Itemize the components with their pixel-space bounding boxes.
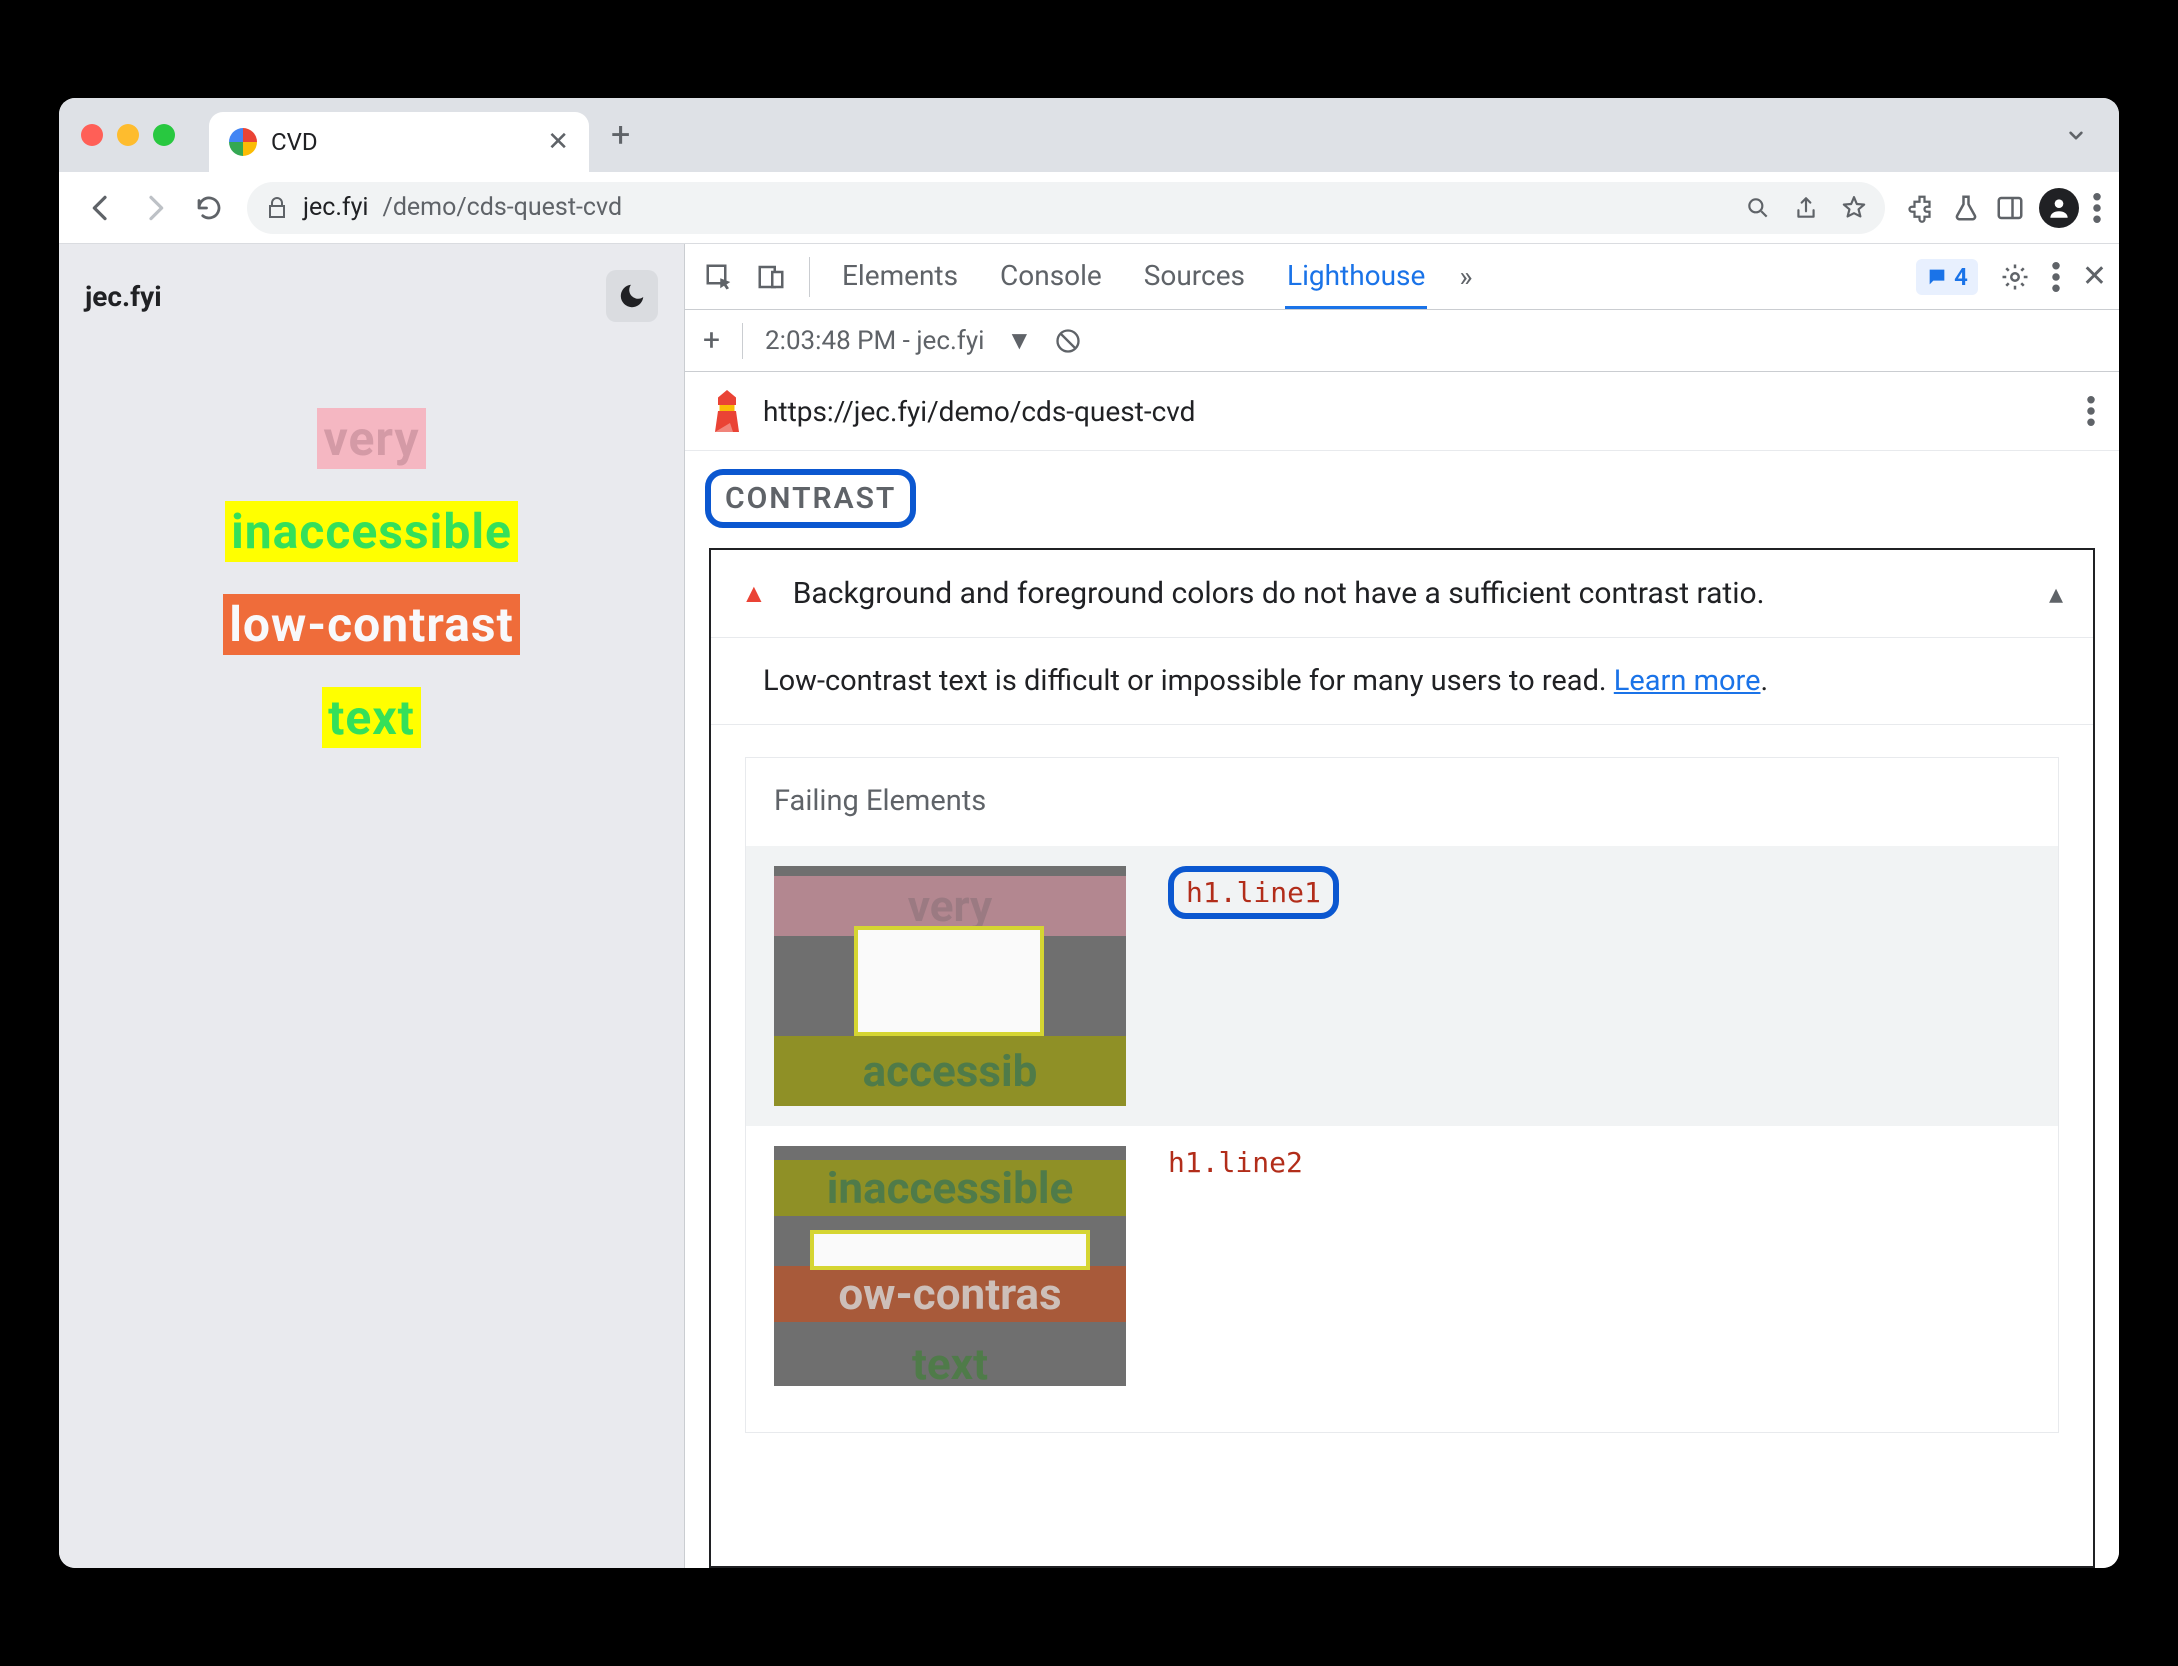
failing-selector[interactable]: h1.line2 — [1168, 1146, 1303, 1179]
lighthouse-toolbar: + 2:03:48 PM - jec.fyi ▼ — [685, 310, 2119, 372]
sidepanel-icon[interactable] — [1995, 193, 2025, 223]
rendered-page: jec.fyi very inaccessible low-contrast t… — [59, 244, 684, 1568]
search-icon[interactable] — [1745, 195, 1771, 221]
address-bar[interactable]: jec.fyi/demo/cds-quest-cvd — [247, 182, 1885, 234]
extensions-icon[interactable] — [1907, 193, 1937, 223]
extensions-row — [1907, 188, 2101, 228]
tab-sources[interactable]: Sources — [1142, 245, 1247, 309]
report-url: https://jec.fyi/demo/cds-quest-cvd — [763, 395, 1195, 428]
learn-more-link[interactable]: Learn more — [1614, 664, 1761, 698]
new-report-button[interactable]: + — [703, 323, 720, 358]
audit-card: ▲ Background and foreground colors do no… — [709, 548, 2095, 1568]
failing-elements-block: Failing Elements very accessib h1.line1 … — [745, 757, 2059, 1433]
reload-button[interactable] — [185, 184, 233, 232]
device-toggle-icon[interactable] — [749, 255, 793, 299]
content-split: jec.fyi very inaccessible low-contrast t… — [59, 244, 2119, 1568]
demo-word-1: very — [317, 408, 425, 469]
tab-lighthouse[interactable]: Lighthouse — [1285, 245, 1427, 309]
minimize-window-icon[interactable] — [117, 124, 139, 146]
element-thumbnail: inaccessible ow-contras text — [774, 1146, 1126, 1386]
warning-icon: ▲ — [741, 578, 767, 609]
element-thumbnail: very accessib — [774, 866, 1126, 1106]
lighthouse-report-header: https://jec.fyi/demo/cds-quest-cvd — [685, 372, 2119, 451]
tabs-overflow-icon[interactable] — [2063, 122, 2089, 148]
tab-elements[interactable]: Elements — [840, 245, 960, 309]
devtools-panel: Elements Console Sources Lighthouse » 4 … — [684, 244, 2119, 1568]
demo-word-4: text — [322, 687, 421, 748]
failing-selector[interactable]: h1.line1 — [1168, 866, 1339, 919]
failing-row[interactable]: inaccessible ow-contras text h1.line2 — [774, 1126, 2030, 1406]
tab-console[interactable]: Console — [998, 245, 1104, 309]
collapse-icon[interactable] — [2049, 577, 2063, 610]
favicon-icon — [229, 128, 257, 156]
omnibox-actions — [1745, 195, 1867, 221]
report-selector[interactable]: 2:03:48 PM - jec.fyi — [765, 326, 984, 356]
devtools-close-icon[interactable]: ✕ — [2082, 259, 2107, 294]
failing-elements-heading: Failing Elements — [774, 784, 2030, 818]
url-path: /demo/cds-quest-cvd — [383, 193, 623, 222]
contrast-section-heading: CONTRAST — [705, 469, 916, 528]
more-tabs-icon[interactable]: » — [1459, 260, 1472, 293]
lighthouse-logo-icon — [709, 390, 745, 432]
forward-button[interactable] — [131, 184, 179, 232]
audit-header[interactable]: ▲ Background and foreground colors do no… — [711, 550, 2093, 638]
settings-icon[interactable] — [2000, 262, 2030, 292]
back-button[interactable] — [77, 184, 125, 232]
site-title: jec.fyi — [85, 280, 162, 313]
window-controls — [81, 124, 175, 146]
profile-avatar[interactable] — [2039, 188, 2079, 228]
messages-badge[interactable]: 4 — [1916, 259, 1978, 295]
tab-title: CVD — [271, 128, 318, 156]
url-host: jec.fyi — [303, 193, 369, 222]
new-tab-button[interactable]: + — [611, 115, 630, 155]
audit-desc-text: Low-contrast text is difficult or imposs… — [763, 664, 1614, 698]
theme-toggle-button[interactable] — [606, 270, 658, 322]
audit-description: Low-contrast text is difficult or imposs… — [711, 638, 2093, 725]
demo-word-2: inaccessible — [225, 501, 518, 562]
maximize-window-icon[interactable] — [153, 124, 175, 146]
dropdown-icon[interactable]: ▼ — [1006, 325, 1032, 356]
devtools-menu-icon[interactable] — [2052, 262, 2060, 292]
labs-icon[interactable] — [1951, 193, 1981, 223]
demo-word-3: low-contrast — [223, 594, 520, 655]
close-window-icon[interactable] — [81, 124, 103, 146]
failing-row[interactable]: very accessib h1.line1 — [746, 846, 2058, 1126]
bookmark-icon[interactable] — [1841, 195, 1867, 221]
chrome-menu-icon[interactable] — [2093, 193, 2101, 223]
devtools-tabbar: Elements Console Sources Lighthouse » 4 … — [685, 244, 2119, 310]
audit-title: Background and foreground colors do not … — [793, 576, 2023, 611]
close-tab-icon[interactable]: ✕ — [547, 127, 569, 157]
tab-strip: CVD ✕ + — [59, 98, 2119, 172]
messages-count: 4 — [1954, 263, 1968, 291]
report-menu-icon[interactable] — [2087, 396, 2095, 426]
browser-tab[interactable]: CVD ✕ — [209, 112, 589, 172]
lock-icon — [265, 196, 289, 220]
audit-desc-suffix: . — [1761, 664, 1769, 698]
inspect-icon[interactable] — [697, 255, 741, 299]
clear-icon[interactable] — [1054, 327, 1082, 355]
share-icon[interactable] — [1793, 195, 1819, 221]
browser-toolbar: jec.fyi/demo/cds-quest-cvd — [59, 172, 2119, 244]
devtools-panel-tabs: Elements Console Sources Lighthouse — [840, 245, 1427, 309]
browser-window: CVD ✕ + jec.fyi/demo/cds-quest-cvd — [59, 98, 2119, 1568]
